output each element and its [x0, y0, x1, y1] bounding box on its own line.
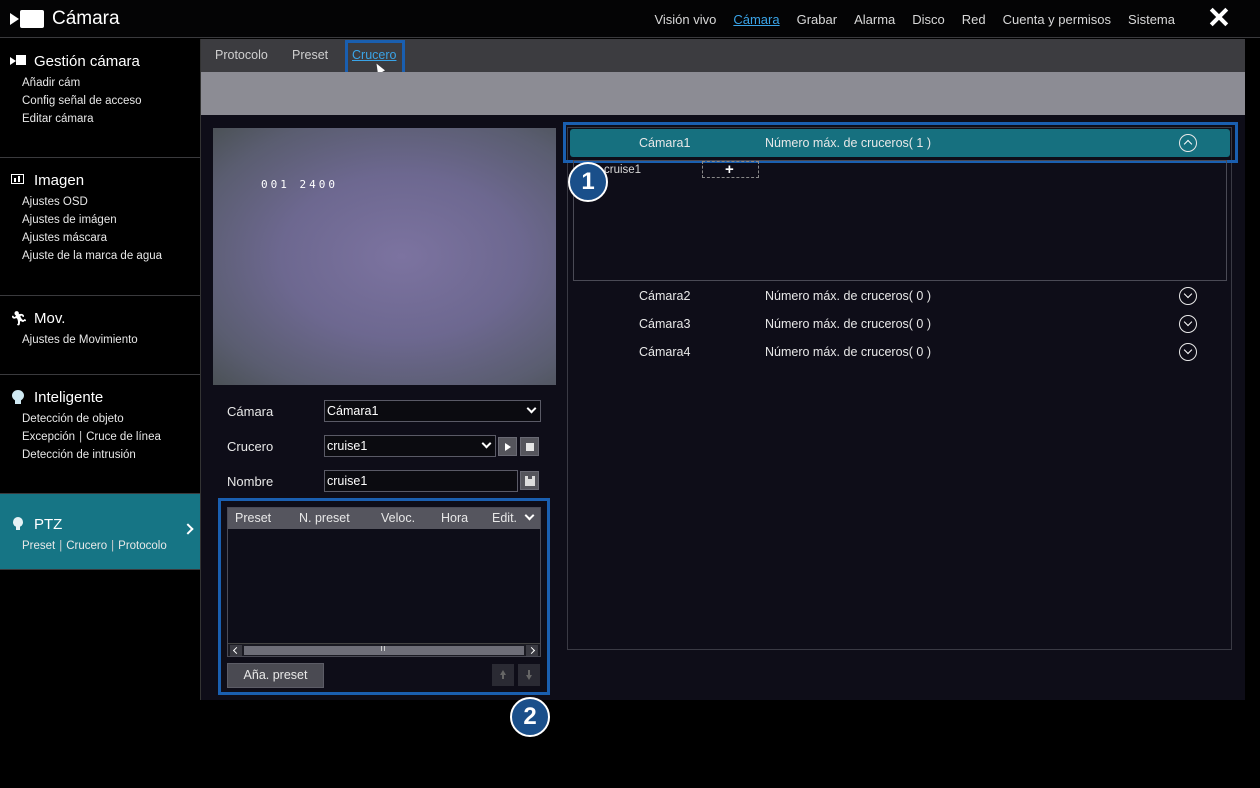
sidebar-section-title: Gestión cámara [34, 52, 140, 70]
name-input-value: cruise1 [327, 474, 368, 488]
sidebar-section-title: Inteligente [34, 388, 104, 406]
nav-alarm[interactable]: Alarma [854, 12, 895, 27]
chevron-down-icon [481, 438, 492, 449]
sidebar-item-osd[interactable]: Ajustes OSD [22, 196, 200, 208]
image-settings-icon [10, 173, 28, 187]
tab-preset[interactable]: Preset [292, 48, 328, 62]
camera-row-3[interactable]: Cámara3 Número máx. de cruceros( 0 ) [570, 310, 1230, 338]
cruise-item[interactable]: cruise1 [604, 164, 641, 176]
sidebar-section-ptz[interactable]: PTZ Preset | Crucero | Protocolo [0, 494, 200, 570]
top-nav: Visión vivo Cámara Grabar Alarma Disco R… [637, 12, 1175, 27]
top-bar: Cámara Visión vivo Cámara Grabar Alarma … [0, 0, 1260, 38]
camera-select[interactable]: Cámara1 [324, 400, 541, 422]
chevron-down-icon [526, 403, 537, 414]
callout-badge-1: 1 [568, 162, 608, 202]
nav-system[interactable]: Sistema [1128, 12, 1175, 27]
camera-icon [10, 54, 28, 68]
camera-label: Cámara [227, 404, 274, 419]
sidebar-section-camera-management: Gestión cámara Añadir cám Config señal d… [0, 39, 200, 158]
sidebar-item-edit-camera[interactable]: Editar cámara [22, 113, 200, 125]
save-icon[interactable] [520, 471, 539, 490]
nav-network[interactable]: Red [962, 12, 986, 27]
nav-record[interactable]: Grabar [797, 12, 837, 27]
sidebar-item-watermark[interactable]: Ajuste de la marca de agua [22, 250, 200, 262]
sidebar-section-title: Imagen [34, 171, 85, 189]
sidebar-item-motion-settings[interactable]: Ajustes de Movimiento [22, 334, 200, 346]
camera-preview: 001 2400 [213, 128, 556, 385]
sidebar: Gestión cámara Añadir cám Config señal d… [0, 39, 201, 700]
sidebar-item-image-settings[interactable]: Ajustes de imágen [22, 214, 200, 226]
sidebar-item-intrusion[interactable]: Detección de intrusión [22, 449, 200, 461]
sidebar-section-title: PTZ [34, 515, 63, 533]
running-person-icon: 🏃︎ [10, 310, 28, 326]
sidebar-item-preset[interactable]: Preset [22, 540, 55, 552]
chevron-down-icon[interactable] [1179, 343, 1197, 361]
camera-name: Cámara2 [639, 289, 691, 303]
chevron-down-icon[interactable] [1179, 315, 1197, 333]
name-label: Nombre [227, 474, 274, 489]
chevron-down-icon[interactable] [1179, 287, 1197, 305]
cruise-select-value: cruise1 [327, 439, 368, 453]
nav-disk[interactable]: Disco [912, 12, 945, 27]
nav-camera[interactable]: Cámara [733, 12, 779, 27]
sidebar-section-title: Mov. [34, 309, 66, 327]
cruise-label: Crucero [227, 439, 274, 454]
sidebar-item-access-signal[interactable]: Config señal de acceso [22, 95, 200, 107]
tab-protocol[interactable]: Protocolo [215, 48, 268, 62]
add-cruise-button[interactable]: + [702, 161, 759, 178]
sidebar-item-line-crossing[interactable]: Cruce de línea [86, 431, 161, 443]
sidebar-item-protocol[interactable]: Protocolo [118, 540, 167, 552]
header-banner [201, 72, 1245, 115]
max-cruises-label: Número máx. de cruceros( 0 ) [765, 289, 932, 303]
sidebar-item-cruise[interactable]: Crucero [66, 540, 107, 552]
play-button[interactable] [498, 437, 517, 456]
sidebar-section-smart: Inteligente Detección de objeto Excepció… [0, 375, 200, 494]
sidebar-item-add-camera[interactable]: Añadir cám [22, 77, 200, 89]
max-cruises-label: Número máx. de cruceros( 0 ) [765, 345, 932, 359]
row-highlight-frame [563, 122, 1238, 163]
nav-accounts[interactable]: Cuenta y permisos [1003, 12, 1111, 27]
callout-badge-2: 2 [510, 697, 550, 737]
camera-name: Cámara3 [639, 317, 691, 331]
plus-icon: + [725, 161, 734, 178]
table-highlight-frame [218, 498, 550, 695]
name-input[interactable]: cruise1 [324, 470, 518, 492]
sidebar-item-exception[interactable]: Excepción [22, 431, 75, 443]
cruise-list-box [573, 160, 1227, 281]
sidebar-item-object-detection[interactable]: Detección de objeto [22, 413, 200, 425]
sidebar-section-image: Imagen Ajustes OSD Ajustes de imágen Aju… [0, 158, 200, 296]
camera-name: Cámara4 [639, 345, 691, 359]
close-icon[interactable] [1208, 6, 1230, 28]
ptz-icon [10, 517, 28, 531]
osd-text: 001 2400 [261, 178, 338, 191]
camera-row-4[interactable]: Cámara4 Número máx. de cruceros( 0 ) [570, 338, 1230, 366]
max-cruises-label: Número máx. de cruceros( 0 ) [765, 317, 932, 331]
stop-button[interactable] [520, 437, 539, 456]
cruise-select[interactable]: cruise1 [324, 435, 496, 457]
sidebar-item-mask[interactable]: Ajustes máscara [22, 232, 200, 244]
nav-live-view[interactable]: Visión vivo [654, 12, 716, 27]
camera-logo-icon [10, 10, 44, 28]
sidebar-section-motion: 🏃︎ Mov. Ajustes de Movimiento [0, 296, 200, 375]
app-title: Cámara [52, 8, 120, 29]
camera-row-2[interactable]: Cámara2 Número máx. de cruceros( 0 ) [570, 282, 1230, 310]
camera-select-value: Cámara1 [327, 404, 379, 418]
brain-icon [10, 390, 28, 404]
